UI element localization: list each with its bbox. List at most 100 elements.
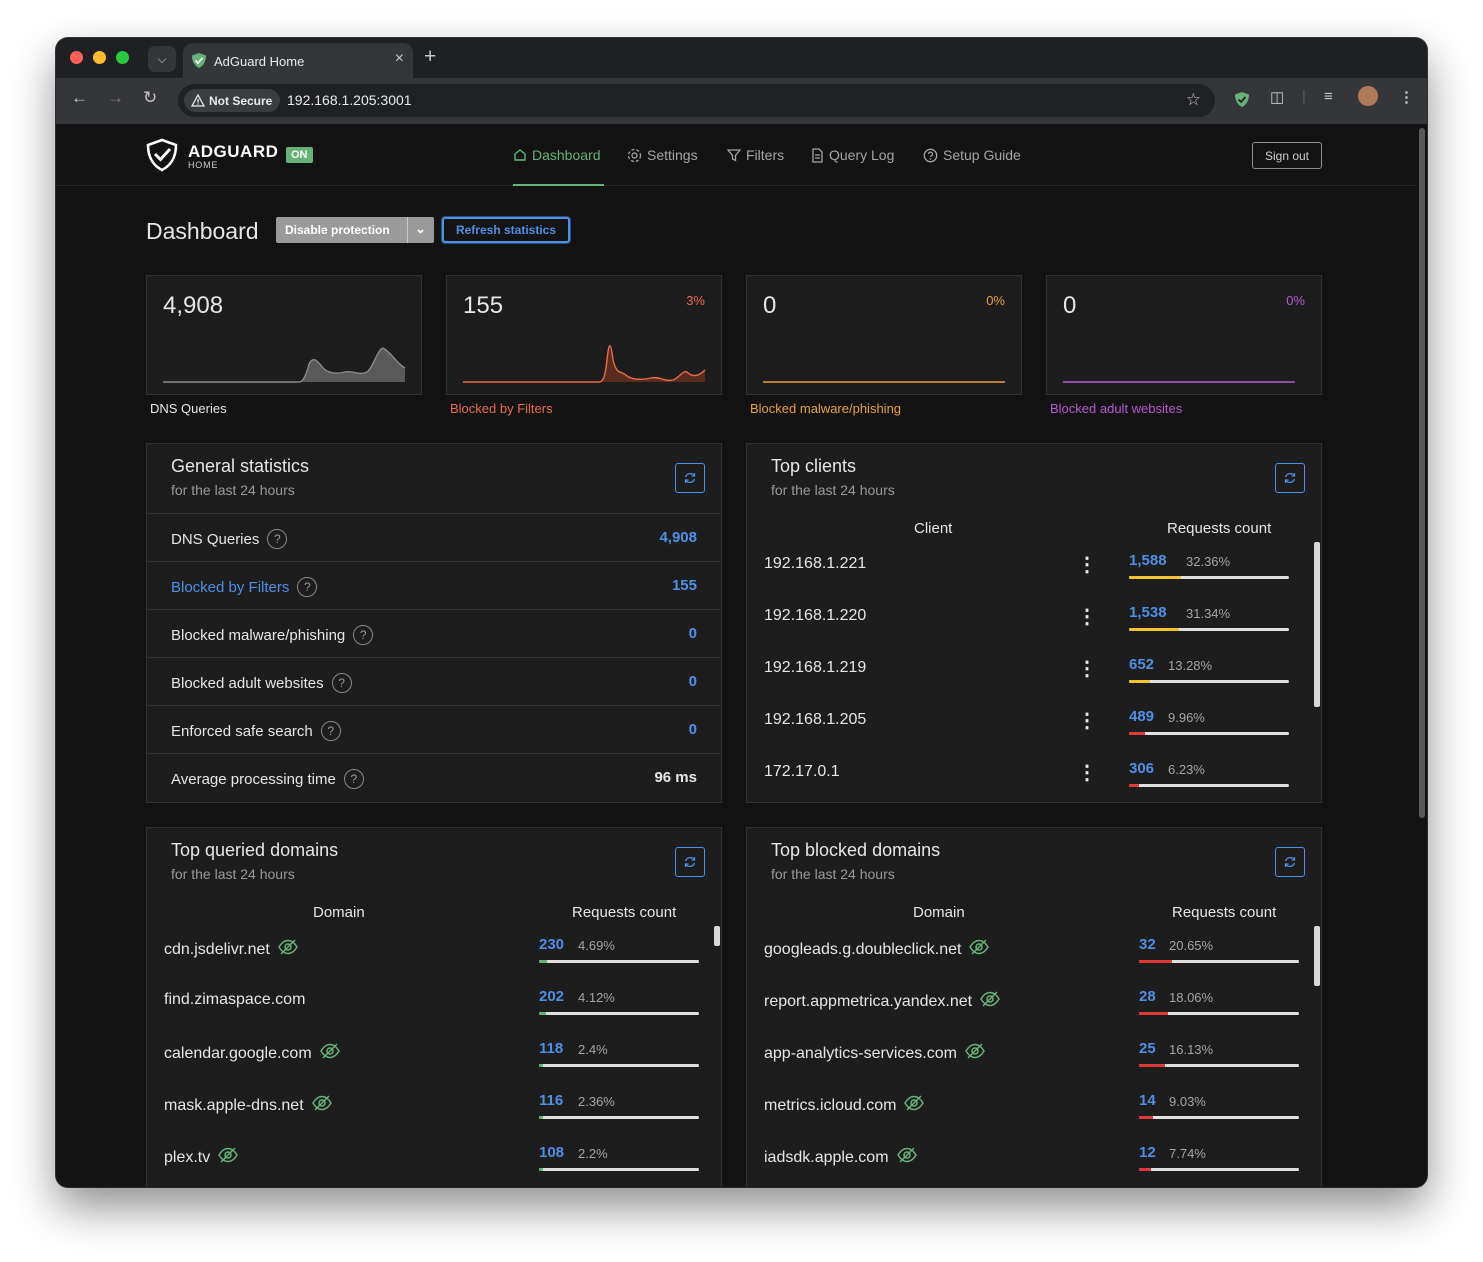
refresh-icon bbox=[1284, 472, 1296, 484]
adguard-extension-icon[interactable] bbox=[1234, 91, 1250, 108]
profile-avatar[interactable] bbox=[1358, 86, 1378, 106]
eye-off-icon[interactable] bbox=[965, 1043, 985, 1064]
request-count[interactable]: 108 bbox=[539, 1144, 564, 1161]
forward-icon[interactable]: → bbox=[107, 88, 124, 108]
address-bar[interactable]: Not Secure 192.168.1.205:3001 ☆ bbox=[178, 84, 1215, 117]
eye-off-icon[interactable] bbox=[904, 1095, 925, 1116]
minimize-window-button[interactable] bbox=[93, 51, 106, 64]
request-count[interactable]: 306 bbox=[1129, 760, 1154, 777]
request-count[interactable]: 116 bbox=[539, 1092, 563, 1109]
client-ip[interactable]: 192.168.1.219 bbox=[764, 659, 866, 677]
column-header-requests[interactable]: Requests count bbox=[1172, 904, 1276, 921]
refresh-general-stats-button[interactable] bbox=[675, 463, 705, 493]
client-ip[interactable]: 192.168.1.221 bbox=[764, 555, 866, 573]
request-count[interactable]: 202 bbox=[539, 988, 564, 1005]
request-count[interactable]: 230 bbox=[539, 936, 564, 953]
eye-off-icon[interactable] bbox=[218, 1147, 239, 1168]
column-header-domain[interactable]: Domain bbox=[313, 904, 365, 921]
client-ip[interactable]: 172.17.0.1 bbox=[764, 763, 840, 781]
domain-name[interactable]: calendar.google.com bbox=[164, 1045, 312, 1063]
client-ip[interactable]: 192.168.1.220 bbox=[764, 607, 866, 625]
eye-off-icon[interactable] bbox=[311, 1095, 332, 1116]
general-stat-row: Average processing time? 96 ms bbox=[147, 753, 721, 801]
general-stat-value[interactable]: 4,908 bbox=[659, 529, 697, 546]
page-scrollbar[interactable] bbox=[1419, 128, 1425, 818]
domain-name[interactable]: mask.apple-dns.net bbox=[164, 1097, 304, 1115]
request-count[interactable]: 32 bbox=[1139, 936, 1156, 953]
domain-name[interactable]: report.appmetrica.yandex.net bbox=[764, 993, 972, 1011]
nav-setup-guide[interactable]: Setup Guide bbox=[923, 147, 1021, 163]
general-stat-value[interactable]: 0 bbox=[689, 721, 697, 738]
request-percent: 2.36% bbox=[578, 1094, 615, 1109]
security-indicator[interactable]: Not Secure bbox=[184, 89, 281, 112]
nav-filters[interactable]: Filters bbox=[727, 147, 784, 163]
chevron-down-icon[interactable]: ⌄ bbox=[415, 221, 426, 237]
close-window-button[interactable] bbox=[70, 51, 83, 64]
domain-name[interactable]: metrics.icloud.com bbox=[764, 1097, 896, 1115]
eye-off-icon[interactable] bbox=[896, 1147, 917, 1168]
request-count[interactable]: 28 bbox=[1139, 988, 1156, 1005]
client-ip[interactable]: 192.168.1.205 bbox=[764, 711, 866, 729]
more-options-icon[interactable]: ⋮ bbox=[1077, 552, 1097, 577]
request-count[interactable]: 1,588 bbox=[1129, 552, 1167, 569]
help-icon[interactable]: ? bbox=[320, 721, 341, 741]
tab-search-button[interactable]: ⌵ bbox=[148, 46, 176, 72]
media-queue-icon[interactable]: ≡ bbox=[1324, 88, 1333, 105]
request-count[interactable]: 1,538 bbox=[1129, 604, 1167, 621]
request-count[interactable]: 25 bbox=[1139, 1040, 1156, 1057]
disable-protection-button[interactable]: Disable protection ⌄ bbox=[276, 217, 434, 243]
general-stat-value[interactable]: 0 bbox=[689, 625, 697, 642]
help-icon[interactable]: ? bbox=[353, 625, 374, 645]
back-icon[interactable]: ← bbox=[71, 88, 88, 108]
help-icon[interactable]: ? bbox=[331, 673, 352, 693]
general-stat-label-text: Average processing time bbox=[171, 770, 336, 788]
column-header-requests[interactable]: Requests count bbox=[572, 904, 676, 921]
column-header-domain[interactable]: Domain bbox=[913, 904, 965, 921]
general-stat-value[interactable]: 155 bbox=[672, 577, 697, 594]
domain-name[interactable]: plex.tv bbox=[164, 1149, 210, 1167]
domain-name[interactable]: googleads.g.doubleclick.net bbox=[764, 941, 961, 959]
reload-icon[interactable]: ↻ bbox=[143, 88, 157, 108]
request-count[interactable]: 652 bbox=[1129, 656, 1154, 673]
more-options-icon[interactable]: ⋮ bbox=[1077, 760, 1097, 785]
request-count[interactable]: 489 bbox=[1129, 708, 1154, 725]
more-options-icon[interactable]: ⋮ bbox=[1077, 604, 1097, 629]
nav-query-log[interactable]: Query Log bbox=[811, 147, 894, 163]
refresh-top-queried-button[interactable] bbox=[675, 847, 705, 877]
refresh-statistics-button[interactable]: Refresh statistics bbox=[442, 217, 570, 243]
sign-out-button[interactable]: Sign out bbox=[1252, 142, 1322, 169]
more-options-icon[interactable]: ⋮ bbox=[1077, 656, 1097, 681]
general-stat-value[interactable]: 0 bbox=[689, 673, 697, 690]
domain-name[interactable]: cdn.jsdelivr.net bbox=[164, 941, 270, 959]
request-count[interactable]: 12 bbox=[1139, 1144, 1156, 1161]
close-tab-icon[interactable]: × bbox=[395, 50, 404, 68]
refresh-top-blocked-button[interactable] bbox=[1275, 847, 1305, 877]
browser-tab[interactable]: AdGuard Home × bbox=[183, 43, 413, 78]
new-tab-button[interactable]: + bbox=[424, 45, 436, 69]
column-header-client[interactable]: Client bbox=[914, 520, 952, 537]
domain-name[interactable]: find.zimaspace.com bbox=[164, 991, 305, 1009]
request-count[interactable]: 118 bbox=[539, 1040, 563, 1057]
eye-off-icon[interactable] bbox=[319, 1043, 340, 1064]
general-stat-label-text[interactable]: Blocked by Filters bbox=[171, 579, 289, 596]
nav-dashboard[interactable]: Dashboard bbox=[513, 147, 601, 163]
help-icon[interactable]: ? bbox=[297, 577, 318, 597]
request-count[interactable]: 14 bbox=[1139, 1092, 1156, 1109]
general-stat-value[interactable]: 96 ms bbox=[654, 769, 697, 786]
browser-menu-icon[interactable]: ⋮ bbox=[1399, 88, 1414, 106]
help-icon[interactable]: ? bbox=[343, 769, 364, 789]
refresh-top-clients-button[interactable] bbox=[1275, 463, 1305, 493]
eye-off-icon[interactable] bbox=[969, 939, 990, 960]
bookmark-star-icon[interactable]: ☆ bbox=[1186, 90, 1201, 110]
column-header-requests[interactable]: Requests count bbox=[1167, 520, 1271, 537]
url-text[interactable]: 192.168.1.205:3001 bbox=[287, 92, 412, 108]
extensions-puzzle-icon[interactable]: ◫ bbox=[1270, 88, 1284, 106]
more-options-icon[interactable]: ⋮ bbox=[1077, 708, 1097, 733]
eye-off-icon[interactable] bbox=[980, 991, 1000, 1012]
domain-name[interactable]: app-analytics-services.com bbox=[764, 1045, 957, 1063]
help-icon[interactable]: ? bbox=[267, 529, 288, 549]
eye-off-icon[interactable] bbox=[277, 939, 298, 960]
nav-settings[interactable]: Settings bbox=[627, 147, 698, 163]
maximize-window-button[interactable] bbox=[116, 51, 129, 64]
domain-name[interactable]: iadsdk.apple.com bbox=[764, 1149, 889, 1167]
